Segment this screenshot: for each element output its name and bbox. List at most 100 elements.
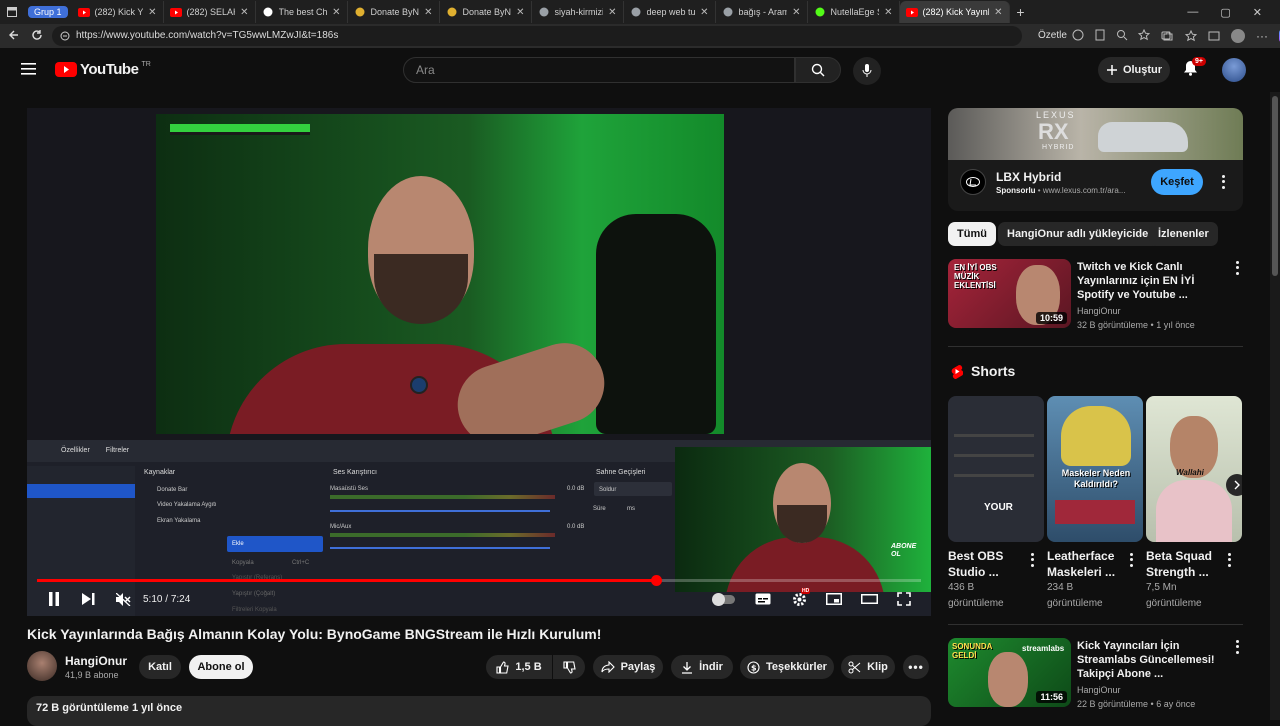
video-thumbnail[interactable]: SONUNDA GELDİ streamlabs 11:56 [948,638,1071,707]
progress-bar[interactable] [37,575,921,586]
download-button[interactable]: İndir [671,655,733,679]
settings-button[interactable]: HD [788,586,811,612]
translate-icon[interactable] [1072,29,1084,41]
join-label: Katıl [148,661,172,673]
ad-more-icon[interactable] [1218,174,1228,190]
extensions-puzzle-icon[interactable] [1162,30,1174,42]
close-tab-icon[interactable]: ✕ [516,7,524,18]
recommended-video-info[interactable]: Twitch ve Kick Canlı Yayınlarınız için E… [1077,260,1227,332]
theater-mode-button[interactable] [858,586,880,612]
maximize-icon[interactable]: ▢ [1220,6,1230,19]
subscribe-button[interactable]: Abone ol [189,655,253,679]
close-tab-icon[interactable]: ✕ [994,7,1002,18]
page-scrollbar[interactable] [1270,92,1280,720]
browser-tab[interactable]: (282) Kick Yayınları ✕ [72,1,164,23]
close-window-icon[interactable]: ✕ [1253,6,1262,19]
short-more-icon[interactable] [1126,552,1136,568]
notifications-button[interactable]: 9+ [1183,57,1206,76]
browser-tab[interactable]: Donate ByNoGame ✕ [348,1,440,23]
bookmark-star-icon[interactable] [1138,29,1150,41]
join-button[interactable]: Katıl [139,655,181,679]
video-more-icon[interactable] [1232,260,1242,276]
minimize-icon[interactable]: — [1187,6,1198,19]
shorts-next-button[interactable] [1226,474,1242,496]
url-field[interactable]: https://www.youtube.com/watch?v=TG5wwLMZ… [52,26,1022,46]
subtitles-button[interactable] [752,586,774,612]
tab-group-label[interactable]: Grup 1 [28,6,68,18]
reader-icon[interactable] [1094,29,1106,41]
youtube-logo[interactable]: YouTube TR [55,61,151,78]
hamburger-menu-icon[interactable] [21,63,36,75]
close-tab-icon[interactable]: ✕ [700,7,708,18]
pendant [410,376,428,394]
close-tab-icon[interactable]: ✕ [608,7,616,18]
browser-tab[interactable]: Donate ByNoGame ✕ [440,1,532,23]
pause-button[interactable] [43,586,65,612]
close-tab-icon[interactable]: ✕ [792,7,800,18]
sponsored-ad[interactable]: LEXUS RX HYBRID LBX Hybrid Sponsorlu • w… [948,108,1243,211]
video-player[interactable]: Özellikler Filtreler Kaynaklar Donate Ba… [27,108,931,616]
description-box[interactable]: 72 B görüntüleme 1 yıl önce [27,696,931,726]
browser-tab[interactable]: The best ChatBot ✕ [256,1,348,23]
recommended-video-info[interactable]: Kick Yayıncıları İçin Streamlabs Güncell… [1077,639,1227,711]
collections-icon[interactable] [1208,30,1220,42]
browser-tab[interactable]: (282) SELAHATTİN ✕ [164,1,256,23]
svg-text:$: $ [751,663,757,672]
channel-name[interactable]: HangiOnur [65,654,127,668]
short-more-icon[interactable] [1224,552,1234,568]
video-more-icon[interactable] [1232,639,1242,655]
ad-cta-button[interactable]: Keşfet [1151,169,1203,195]
close-tab-icon[interactable]: ✕ [332,7,340,18]
browser-tab[interactable]: (282) Kick Yayınları ✕ [899,1,1010,23]
close-tab-icon[interactable]: ✕ [240,7,248,18]
window-menu-icon[interactable] [0,0,24,24]
short-thumbnail[interactable]: YOUR [948,396,1044,542]
progress-scrubber[interactable] [650,575,662,586]
short-more-icon[interactable] [1027,552,1037,568]
profile-avatar[interactable] [1231,29,1245,43]
youtube-logo-text: YouTube [80,61,139,78]
voice-search-button[interactable] [853,57,881,85]
search-input[interactable]: Ara [403,57,795,83]
site-info-icon[interactable] [60,31,70,41]
browser-tab[interactable]: NutellaEge Stream ✕ [808,1,900,23]
new-tab-icon[interactable]: + [1010,4,1032,20]
summarize-button[interactable]: Özetle [1038,30,1067,41]
more-actions-button[interactable]: ••• [903,655,929,679]
browser-tab[interactable]: bağış - Arama Res ✕ [716,1,808,23]
search-button[interactable] [795,57,841,83]
filter-chip-all[interactable]: Tümü [948,222,996,246]
miniplayer-button[interactable] [823,586,845,612]
scrollbar-thumb[interactable] [1272,96,1278,276]
video-thumbnail[interactable]: EN İYİ OBS MÜZİK EKLENTİSİ 10:59 [948,259,1071,328]
account-avatar[interactable] [1222,58,1246,82]
close-tab-icon[interactable]: ✕ [884,7,892,18]
short-info[interactable]: Best OBS Studio ... 436 B görüntüleme [948,548,1028,612]
next-button[interactable] [77,586,99,612]
mute-button[interactable] [112,586,134,612]
reload-icon[interactable] [31,29,43,41]
fullscreen-button[interactable] [893,586,915,612]
channel-avatar[interactable] [27,651,57,681]
favorites-icon[interactable] [1185,30,1197,42]
short-thumbnail[interactable]: Wallahi [1146,396,1242,542]
dislike-button[interactable] [553,655,585,679]
browser-tab[interactable]: siyah-kirmizi-jpg ✕ [532,1,624,23]
close-tab-icon[interactable]: ✕ [424,7,432,18]
autoplay-toggle[interactable] [712,586,735,612]
short-thumbnail[interactable]: Maskeler Neden Kaldırıldı? [1047,396,1143,542]
filter-chip-uploader[interactable]: HangiOnur adlı yükleyiciden [998,222,1164,246]
share-button[interactable]: Paylaş [593,655,663,679]
short-info[interactable]: Beta Squad Strength ... 7,5 Mn görüntülem… [1146,548,1226,612]
like-button[interactable]: 1,5 B [486,655,552,679]
browser-tab[interactable]: deep web turkish ✕ [624,1,716,23]
back-icon[interactable] [8,29,20,41]
close-tab-icon[interactable]: ✕ [148,7,156,18]
more-menu-icon[interactable]: ··· [1256,29,1268,43]
zoom-icon[interactable] [1116,29,1128,41]
short-info[interactable]: Leatherface Maskeleri ... 234 B görüntüle… [1047,548,1127,612]
thanks-button[interactable]: $ Teşekkürler [740,655,834,679]
create-button[interactable]: Oluştur [1098,57,1170,83]
filter-chip-watched[interactable]: İzlenenler [1149,222,1218,246]
clip-button[interactable]: Klip [841,655,895,679]
